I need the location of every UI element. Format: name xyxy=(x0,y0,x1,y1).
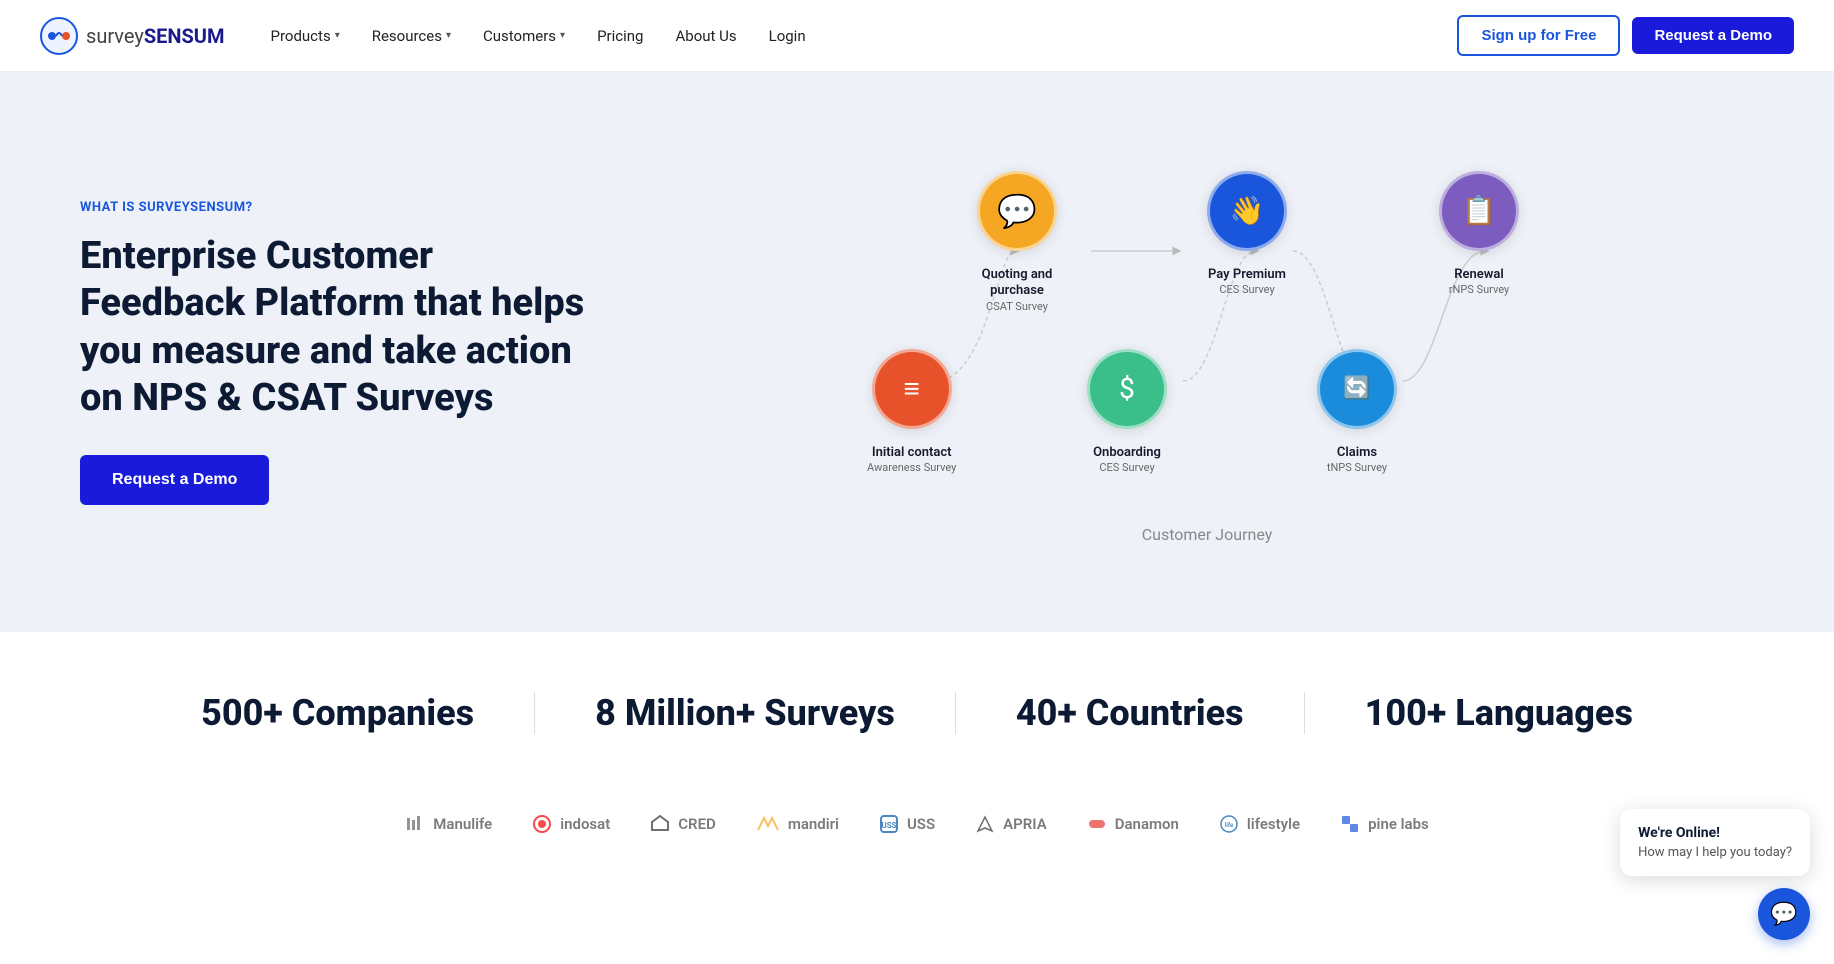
node-claims: 🔄 Claims tNPS Survey xyxy=(1317,349,1397,475)
logo-lifestyle: life lifestyle xyxy=(1219,814,1300,834)
chevron-down-icon: ▾ xyxy=(560,30,565,41)
logo-cred: CRED xyxy=(650,814,716,834)
renewal-circle: 📋 xyxy=(1439,171,1519,251)
logo-uss: USS USS xyxy=(879,814,935,834)
journey-diagram: 💬 Quoting andpurchase CSAT Survey 👋 Pay … xyxy=(867,161,1547,501)
stat-languages: 100+ Languages xyxy=(1305,692,1693,734)
node-initialcontact: ≡ Initial contact Awareness Survey xyxy=(867,349,956,475)
node-quoting: 💬 Quoting andpurchase CSAT Survey xyxy=(977,171,1057,314)
logo-apria: APRIA xyxy=(975,814,1047,834)
stat-languages-number: 100+ Languages xyxy=(1365,692,1633,734)
mandiri-icon xyxy=(756,814,780,834)
logo-indosat: indosat xyxy=(532,814,610,834)
signup-button[interactable]: Sign up for Free xyxy=(1457,15,1620,56)
renewal-label: Renewal xyxy=(1449,267,1509,284)
chat-bubble: We're Online! How may I help you today? xyxy=(1620,809,1810,876)
paypremium-label: Pay Premium xyxy=(1208,267,1286,284)
node-paypremium: 👋 Pay Premium CES Survey xyxy=(1207,171,1287,297)
nav-login[interactable]: Login xyxy=(755,19,820,53)
hero-title: Enterprise Customer Feedback Platform th… xyxy=(80,233,600,423)
chevron-down-icon: ▾ xyxy=(446,30,451,41)
logo-danamon: Danamon xyxy=(1087,814,1179,834)
pinelabs-icon xyxy=(1340,814,1360,834)
hero-subtitle: WHAT IS SURVEYSENSUM? xyxy=(80,200,600,215)
renewal-sublabel: rNPS Survey xyxy=(1449,283,1509,296)
stat-companies-number: 500+ Companies xyxy=(201,692,474,734)
request-demo-button-nav[interactable]: Request a Demo xyxy=(1632,17,1794,54)
danamon-icon xyxy=(1087,814,1107,834)
apria-icon xyxy=(975,814,995,834)
claims-circle: 🔄 xyxy=(1317,349,1397,429)
navbar: surveySENSUM Products ▾ Resources ▾ Cust… xyxy=(0,0,1834,72)
chat-widget: We're Online! How may I help you today? … xyxy=(1620,809,1810,940)
logo-icon xyxy=(40,17,78,55)
logos-bar: Manulife indosat CRED mandiri USS USS AP… xyxy=(0,794,1834,874)
nav-customers[interactable]: Customers ▾ xyxy=(469,19,579,53)
paypremium-circle: 👋 xyxy=(1207,171,1287,251)
logo-text: surveySENSUM xyxy=(86,24,225,48)
manulife-icon xyxy=(405,814,425,834)
stat-companies: 500+ Companies xyxy=(141,692,535,734)
chevron-down-icon: ▾ xyxy=(335,30,340,41)
quoting-sublabel: CSAT Survey xyxy=(982,300,1053,313)
onboarding-sublabel: CES Survey xyxy=(1093,461,1161,474)
quoting-circle: 💬 xyxy=(977,171,1057,251)
svg-text:life: life xyxy=(1225,822,1234,829)
hero-right: 💬 Quoting andpurchase CSAT Survey 👋 Pay … xyxy=(640,161,1774,544)
uss-icon: USS xyxy=(879,814,899,834)
stats-bar: 500+ Companies 8 Million+ Surveys 40+ Co… xyxy=(0,632,1834,794)
chat-online-label: We're Online! xyxy=(1638,825,1792,841)
initialcontact-sublabel: Awareness Survey xyxy=(867,461,956,474)
onboarding-label: Onboarding xyxy=(1093,445,1161,462)
logo-manulife: Manulife xyxy=(405,814,492,834)
nav-resources[interactable]: Resources ▾ xyxy=(358,19,465,53)
stat-countries-number: 40+ Countries xyxy=(1016,692,1244,734)
hero-left: WHAT IS SURVEYSENSUM? Enterprise Custome… xyxy=(80,200,600,505)
indosat-icon xyxy=(532,814,552,834)
svg-text:USS: USS xyxy=(881,821,896,830)
onboarding-circle: $ xyxy=(1087,349,1167,429)
node-renewal: 📋 Renewal rNPS Survey xyxy=(1439,171,1519,297)
claims-label: Claims xyxy=(1327,445,1387,462)
initialcontact-circle: ≡ xyxy=(872,349,952,429)
paypremium-sublabel: CES Survey xyxy=(1208,283,1286,296)
nav-pricing[interactable]: Pricing xyxy=(583,19,657,53)
stat-countries: 40+ Countries xyxy=(956,692,1305,734)
stat-surveys: 8 Million+ Surveys xyxy=(535,692,956,734)
logo-pinelabs: pine labs xyxy=(1340,814,1429,834)
nav-items: Products ▾ Resources ▾ Customers ▾ Prici… xyxy=(257,19,1450,53)
node-onboarding: $ Onboarding CES Survey xyxy=(1087,349,1167,475)
stat-surveys-number: 8 Million+ Surveys xyxy=(595,692,895,734)
journey-caption: Customer Journey xyxy=(1142,525,1273,544)
chat-prompt: How may I help you today? xyxy=(1638,845,1792,860)
claims-sublabel: tNPS Survey xyxy=(1327,461,1387,474)
lifestyle-icon: life xyxy=(1219,814,1239,834)
request-demo-button-hero[interactable]: Request a Demo xyxy=(80,455,269,505)
logo[interactable]: surveySENSUM xyxy=(40,17,225,55)
logo-mandiri: mandiri xyxy=(756,814,839,834)
hero-section: WHAT IS SURVEYSENSUM? Enterprise Custome… xyxy=(0,72,1834,632)
nav-products[interactable]: Products ▾ xyxy=(257,19,354,53)
nav-about[interactable]: About Us xyxy=(661,19,750,53)
cred-icon xyxy=(650,814,670,834)
chat-open-button[interactable]: 💬 xyxy=(1758,888,1810,940)
quoting-label: Quoting andpurchase xyxy=(982,267,1053,301)
initialcontact-label: Initial contact xyxy=(867,445,956,462)
nav-actions: Sign up for Free Request a Demo xyxy=(1457,15,1794,56)
